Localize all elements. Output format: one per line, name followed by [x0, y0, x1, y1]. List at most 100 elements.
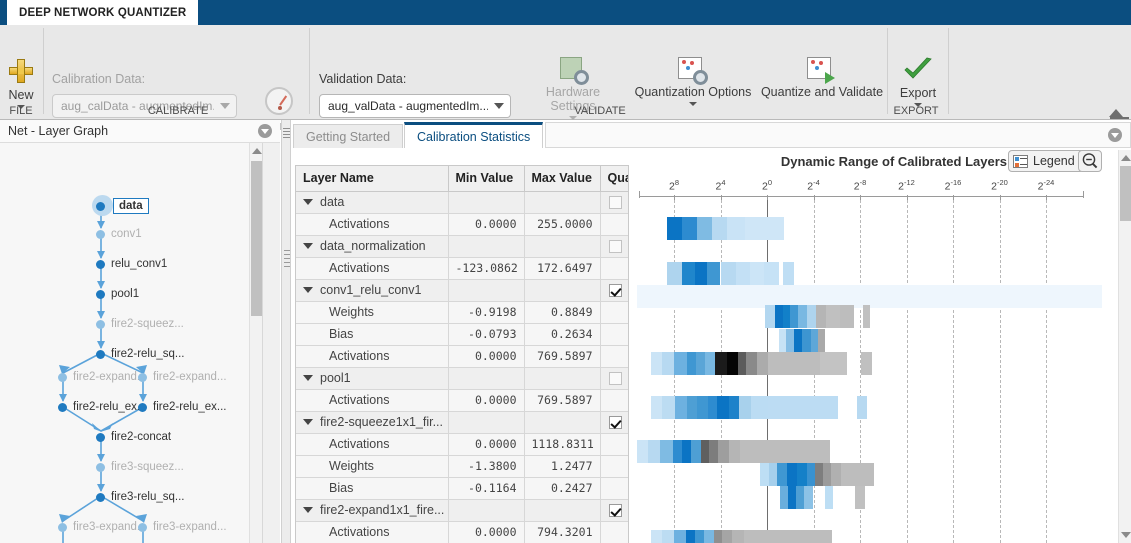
scroll-up-icon[interactable] — [252, 148, 262, 154]
graph-node[interactable]: conv1 — [96, 228, 142, 240]
table-row[interactable]: Activations 0.0000 255.0000 — [296, 213, 628, 236]
cell-quantize[interactable] — [600, 257, 628, 280]
calibration-statistics-table[interactable]: Layer Name Min Value Max Value Quan data… — [295, 165, 629, 543]
column-header-min-value[interactable]: Min Value — [448, 166, 525, 192]
cell-quantize[interactable] — [600, 455, 628, 478]
chart-bar-row[interactable] — [637, 486, 1102, 509]
chart-bar-row[interactable] — [637, 463, 1102, 486]
new-button[interactable]: New — [0, 55, 42, 109]
cell-quantize[interactable] — [600, 301, 628, 324]
cell-quantize[interactable] — [600, 213, 628, 236]
table-row[interactable]: conv1_relu_conv1 — [296, 279, 628, 302]
quantize-checkbox[interactable] — [608, 284, 622, 298]
table-row[interactable]: Weights -1.3800 1.2477 — [296, 455, 628, 478]
table-row[interactable]: Bias -0.0793 0.2634 — [296, 323, 628, 346]
table-row[interactable]: Activations 0.0000 769.5897 — [296, 345, 628, 368]
graph-node[interactable]: fire2-relu_ex... — [138, 401, 227, 413]
column-header-layer-name[interactable]: Layer Name — [296, 166, 449, 192]
zoom-out-button[interactable] — [1078, 150, 1102, 172]
expand-triangle-icon[interactable] — [303, 507, 313, 513]
graph-node[interactable]: data — [96, 198, 149, 214]
graph-node[interactable]: fire3-expand... — [138, 521, 227, 533]
graph-node[interactable]: fire3-relu_sq... — [96, 491, 185, 503]
cell-quantize[interactable] — [600, 411, 628, 434]
cell-quantize[interactable] — [600, 433, 628, 456]
collapse-ribbon-icon[interactable] — [1109, 109, 1123, 117]
table-row[interactable]: Weights -0.9198 0.8849 — [296, 301, 628, 324]
splitter-grip-dots[interactable] — [283, 126, 290, 142]
chart-bar-segment — [691, 440, 701, 463]
quantize-checkbox[interactable] — [608, 504, 622, 518]
table-row[interactable]: Activations -123.0862 172.6497 — [296, 257, 628, 280]
quantize-checkbox[interactable] — [608, 372, 622, 386]
chart-bar-row[interactable] — [637, 396, 1102, 419]
quantize-and-validate-button[interactable]: Quantize and Validate — [760, 57, 884, 99]
column-header-max-value[interactable]: Max Value — [524, 166, 601, 192]
table-row[interactable]: pool1 — [296, 367, 628, 390]
tab-getting-started[interactable]: Getting Started — [293, 124, 404, 148]
graph-node-label: fire2-relu_ex... — [153, 401, 227, 413]
expand-triangle-icon[interactable] — [303, 419, 313, 425]
table-row[interactable]: fire2-squeeze1x1_fir... — [296, 411, 628, 434]
chart-bar-row[interactable] — [637, 440, 1102, 463]
chart-bar-row[interactable] — [637, 217, 1102, 240]
cell-quantize[interactable] — [600, 477, 628, 500]
table-row[interactable]: Activations 0.0000 1118.8311 — [296, 433, 628, 456]
cell-quantize[interactable] — [600, 499, 628, 522]
scroll-down-icon[interactable] — [1121, 532, 1131, 538]
table-row[interactable]: Activations 0.0000 794.3201 — [296, 521, 628, 543]
scrollbar-thumb[interactable] — [251, 161, 262, 316]
cell-quantize[interactable] — [600, 191, 628, 214]
export-button[interactable]: Export — [890, 57, 946, 107]
chart-bar-row[interactable] — [637, 305, 1102, 328]
document-menu-icon[interactable] — [1108, 128, 1122, 142]
divider — [887, 28, 888, 114]
cell-quantize[interactable] — [600, 279, 628, 302]
cell-quantize[interactable] — [600, 367, 628, 390]
layer-graph-scrollbar[interactable] — [249, 143, 262, 543]
table-row[interactable]: fire2-expand1x1_fire... — [296, 499, 628, 522]
chart-bar-row[interactable] — [637, 262, 1102, 285]
graph-node[interactable]: pool1 — [96, 288, 139, 300]
expand-triangle-icon[interactable] — [303, 243, 313, 249]
column-header-quantize[interactable]: Quan — [600, 166, 628, 192]
scrollbar-thumb[interactable] — [1120, 166, 1131, 221]
graph-node[interactable]: fire3-expand... — [58, 521, 147, 533]
quantize-checkbox[interactable] — [608, 240, 622, 254]
app-tab[interactable]: DEEP NETWORK QUANTIZER — [7, 0, 199, 25]
chart-bar-row[interactable] — [637, 530, 1102, 543]
layer-graph-canvas[interactable]: data conv1 relu_conv1 pool1 fire2-squeez... f… — [0, 143, 262, 543]
cell-quantize[interactable] — [600, 521, 628, 543]
expand-triangle-icon[interactable] — [303, 199, 313, 205]
graph-node[interactable]: fire2-expand... — [58, 371, 147, 383]
graph-node[interactable]: fire2-relu_ex... — [58, 401, 147, 413]
chart-plot-area[interactable] — [637, 200, 1102, 543]
graph-node[interactable]: fire2-squeez... — [96, 318, 184, 330]
quantize-checkbox[interactable] — [608, 416, 622, 430]
graph-node[interactable]: fire3-squeez... — [96, 461, 184, 473]
graph-node[interactable]: fire2-relu_sq... — [96, 348, 185, 360]
cell-quantize[interactable] — [600, 389, 628, 412]
panel-menu-icon[interactable] — [258, 124, 272, 138]
cell-quantize[interactable] — [600, 235, 628, 258]
graph-node[interactable]: relu_conv1 — [96, 258, 167, 270]
chart-scrollbar[interactable] — [1118, 150, 1131, 543]
scroll-up-icon[interactable] — [1121, 155, 1131, 161]
expand-triangle-icon[interactable] — [303, 287, 313, 293]
table-row[interactable]: data — [296, 191, 628, 214]
expand-triangle-icon[interactable] — [303, 375, 313, 381]
table-row[interactable]: Bias -0.1164 0.2427 — [296, 477, 628, 500]
table-row[interactable]: data_normalization — [296, 235, 628, 258]
quantization-options-button[interactable]: Quantization Options — [630, 57, 756, 106]
quantize-checkbox[interactable] — [608, 196, 622, 210]
panel-splitter[interactable] — [281, 120, 291, 543]
chart-bar-row[interactable] — [637, 352, 1102, 375]
cell-quantize[interactable] — [600, 323, 628, 346]
graph-node[interactable]: fire2-expand... — [138, 371, 227, 383]
legend-button[interactable]: Legend — [1008, 150, 1084, 172]
graph-node[interactable]: fire2-concat — [96, 431, 171, 443]
cell-quantize[interactable] — [600, 345, 628, 368]
table-row[interactable]: Activations 0.0000 769.5897 — [296, 389, 628, 412]
chart-bar-row[interactable] — [637, 329, 1102, 352]
tab-calibration-statistics[interactable]: Calibration Statistics — [404, 122, 544, 148]
